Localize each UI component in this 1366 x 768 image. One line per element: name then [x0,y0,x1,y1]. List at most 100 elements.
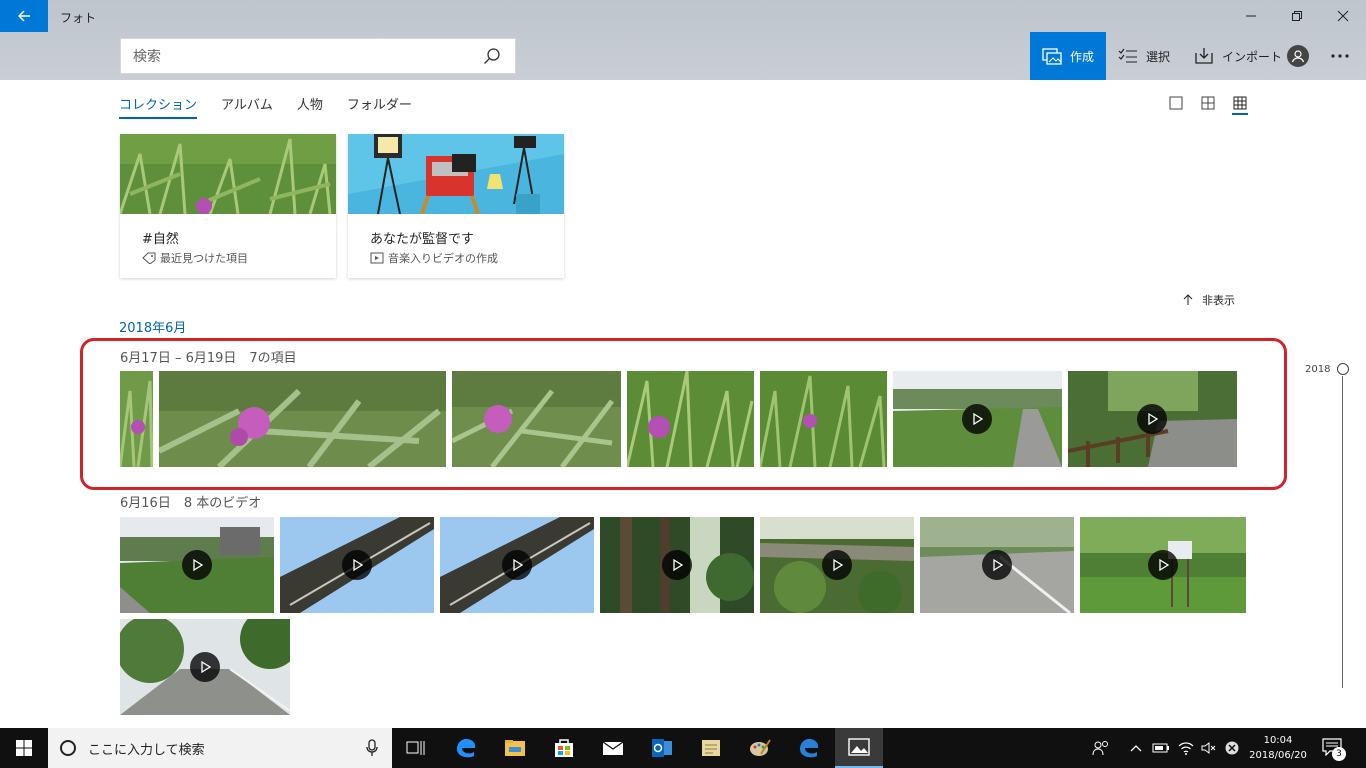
hide-label: 非表示 [1202,294,1235,307]
timeline-year[interactable]: 2018 [1305,364,1330,375]
ie-button[interactable] [785,728,833,768]
microphone-icon[interactable] [366,739,378,757]
play-icon [342,550,372,580]
group-label: 6月16日 8 本のビデオ [120,496,262,511]
task-view-button[interactable] [392,728,440,768]
cortana-icon [60,740,76,756]
month-heading[interactable]: 2018年6月 [119,317,186,336]
photo-thumbnail[interactable] [452,371,621,467]
tab-people[interactable]: 人物 [297,94,323,119]
restore-icon [1292,11,1302,21]
app-title: フォト [60,11,97,25]
minimize-button[interactable] [1228,0,1274,32]
select-icon [1118,48,1137,63]
people-button[interactable] [1092,728,1110,768]
video-thumbnail[interactable] [600,517,754,613]
account-avatar[interactable] [1287,45,1309,67]
pivot-tabs: コレクション アルバム 人物 フォルダー [119,94,412,119]
nature-collection-card[interactable]: #自然 最近見つけた項目 [118,134,336,278]
volume-indicator[interactable] [1201,728,1217,768]
tab-folders[interactable]: フォルダー [347,94,412,119]
import-label: インポート [1222,49,1283,64]
file-explorer-button[interactable] [491,728,539,768]
browser-icon [800,738,819,758]
minimize-icon [1246,15,1256,17]
play-icon [190,652,220,682]
start-button[interactable] [0,728,48,768]
ime-indicator[interactable] [1224,728,1240,768]
edge-icon [457,738,476,758]
video-thumbnail[interactable] [440,517,594,613]
hide-button[interactable]: 非表示 [1182,292,1235,308]
play-icon [822,550,852,580]
mail-icon [602,741,624,755]
edge-button[interactable] [442,728,490,768]
notes-app-button[interactable] [687,728,735,768]
outlook-button[interactable] [638,728,686,768]
network-indicator[interactable] [1178,728,1194,768]
play-icon [182,550,212,580]
search-input[interactable] [133,47,473,67]
photo-thumbnail[interactable] [760,371,887,467]
show-hidden-icons-button[interactable] [1130,728,1142,768]
taskbar-search[interactable]: ここに入力して検索 [48,728,392,768]
photo-thumbnail[interactable] [627,371,754,467]
system-clock[interactable]: 10:04 2018/06/20 [1248,733,1308,763]
notification-count: 3 [1332,747,1346,761]
video-thumbnail[interactable] [280,517,434,613]
create-icon [1042,48,1062,65]
video-thumbnail[interactable] [893,371,1062,467]
tab-collection[interactable]: コレクション [119,94,198,119]
notes-icon [702,740,720,756]
volume-muted-icon [1201,742,1216,754]
taskbar: ここに入力して検索 10:04 2018/06/20 3 [0,728,1366,768]
store-icon [555,739,573,757]
photo-thumbnail[interactable] [159,371,446,467]
import-icon [1195,48,1213,64]
video-thumbnail[interactable] [1080,517,1246,613]
select-button[interactable]: 選択 [1118,32,1170,80]
card-subtitle: 音楽入りビデオの作成 [370,250,498,266]
director-thumbnail [348,134,564,215]
medium-view-icon[interactable] [1200,95,1216,111]
folder-icon [505,740,525,756]
close-button[interactable] [1320,0,1366,32]
tab-albums[interactable]: アルバム [221,94,273,119]
task-view-icon [406,741,425,755]
video-thumbnail[interactable] [1068,371,1237,467]
director-card[interactable]: あなたが監督です 音楽入りビデオの作成 [348,134,564,278]
more-options-button[interactable] [1330,44,1350,63]
clock-time: 10:04 [1263,735,1293,746]
paint-app-button[interactable] [736,728,784,768]
timeline-marker[interactable] [1337,363,1349,375]
search-box [120,38,516,74]
video-thumbnail[interactable] [760,517,914,613]
search-icon[interactable] [483,47,501,65]
small-view-option[interactable] [1232,95,1248,115]
nature-thumbnail [118,134,336,215]
store-button[interactable] [540,728,588,768]
video-thumbnail[interactable] [120,517,274,613]
create-button[interactable]: 作成 [1030,32,1106,80]
battery-indicator[interactable] [1152,728,1170,768]
import-button[interactable]: インポート [1194,32,1282,80]
timeline-scrubber[interactable] [1342,376,1343,688]
play-icon [1148,550,1178,580]
video-thumbnail[interactable] [920,517,1074,613]
palette-icon [750,739,771,756]
more-icon [1331,54,1349,58]
windows-logo-icon [16,740,32,756]
play-icon [502,550,532,580]
view-size-switcher [1168,95,1248,115]
wifi-icon [1178,742,1194,755]
play-icon [1137,404,1167,434]
large-view-icon[interactable] [1168,95,1184,111]
video-thumbnail[interactable] [120,619,290,715]
back-button[interactable] [0,0,48,32]
action-center-button[interactable]: 3 [1322,738,1346,761]
photos-app-button[interactable] [835,728,883,768]
restore-button[interactable] [1274,0,1320,32]
mail-button[interactable] [589,728,637,768]
people-icon [1092,741,1108,756]
photo-thumbnail[interactable] [120,371,153,467]
